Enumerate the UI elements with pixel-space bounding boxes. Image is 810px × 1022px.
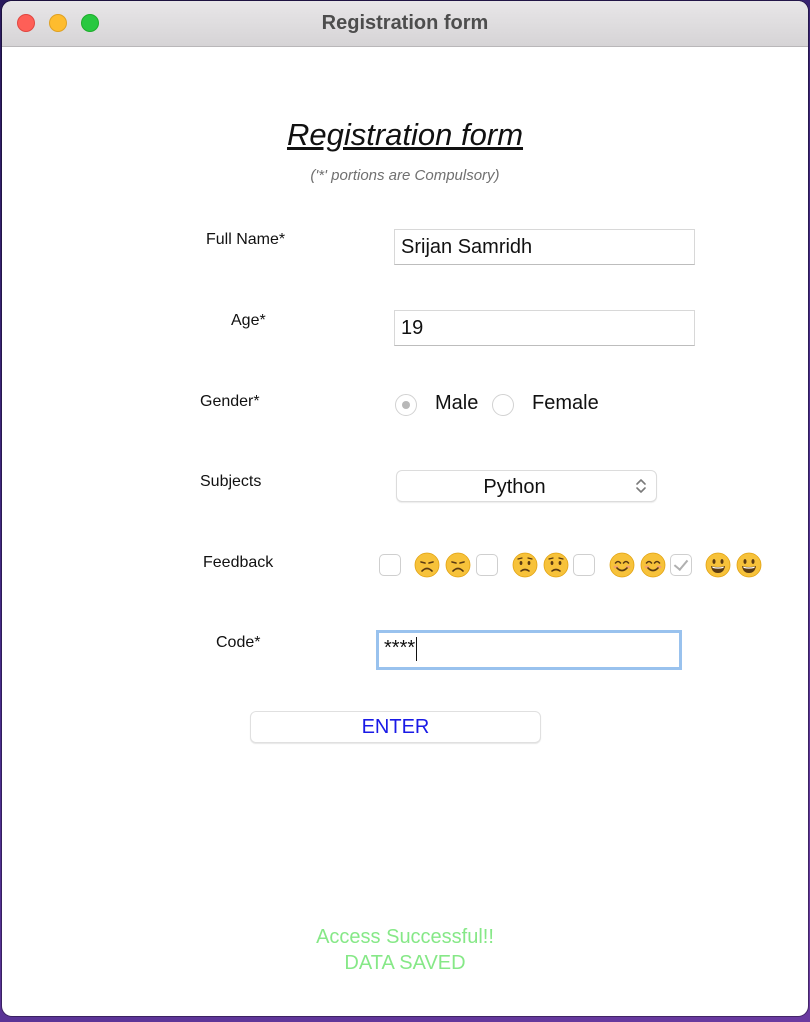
full-name-input[interactable]: Srijan Samridh (394, 229, 695, 265)
status-data-saved-message: DATA SAVED (344, 952, 466, 974)
feedback-checkbox-1[interactable] (379, 554, 401, 576)
feedback-checkbox-2[interactable] (476, 554, 498, 576)
subjects-selected-value: Python (483, 476, 546, 498)
gender-male-radio[interactable] (395, 394, 417, 416)
window-title: Registration form (321, 12, 489, 34)
disappointed-face-icon (414, 552, 440, 578)
code-label: Code* (216, 634, 261, 651)
subjects-label: Subjects (200, 473, 262, 490)
status-access-message: Access Successful!! (316, 926, 494, 948)
gender-female-label[interactable]: Female (532, 392, 599, 415)
feedback-checkbox-4[interactable] (670, 554, 692, 576)
feedback-label: Feedback (203, 554, 274, 571)
code-input[interactable]: **** (376, 630, 682, 670)
subjects-select[interactable]: Python (396, 470, 657, 502)
form-subtitle: ('*' portions are Compulsory) (310, 167, 500, 184)
full-name-label: Full Name* (206, 231, 286, 248)
text-cursor (416, 636, 418, 661)
gender-label: Gender* (200, 393, 260, 410)
up-down-chevron-icon (636, 479, 646, 493)
worried-face-icon (512, 552, 538, 578)
title-bar[interactable]: Registration form (2, 1, 808, 47)
form-title: Registration form (286, 117, 524, 152)
full-name-value: Srijan Samridh (401, 236, 533, 258)
age-value: 19 (401, 317, 424, 339)
enter-button[interactable]: ENTER (250, 711, 541, 743)
feedback-checkbox-3[interactable] (573, 554, 595, 576)
age-input[interactable]: 19 (394, 310, 695, 346)
disappointed-face-icon (445, 552, 471, 578)
smiling-face-icon (609, 552, 635, 578)
code-value: **** (384, 637, 416, 659)
grinning-face-icon (705, 552, 731, 578)
smiling-face-icon (640, 552, 666, 578)
gender-male-label[interactable]: Male (435, 392, 478, 415)
age-label: Age* (231, 312, 266, 329)
gender-female-radio[interactable] (492, 394, 514, 416)
grinning-face-icon (736, 552, 762, 578)
worried-face-icon (543, 552, 569, 578)
app-window: Registration form Registration form ('*'… (2, 1, 808, 1016)
